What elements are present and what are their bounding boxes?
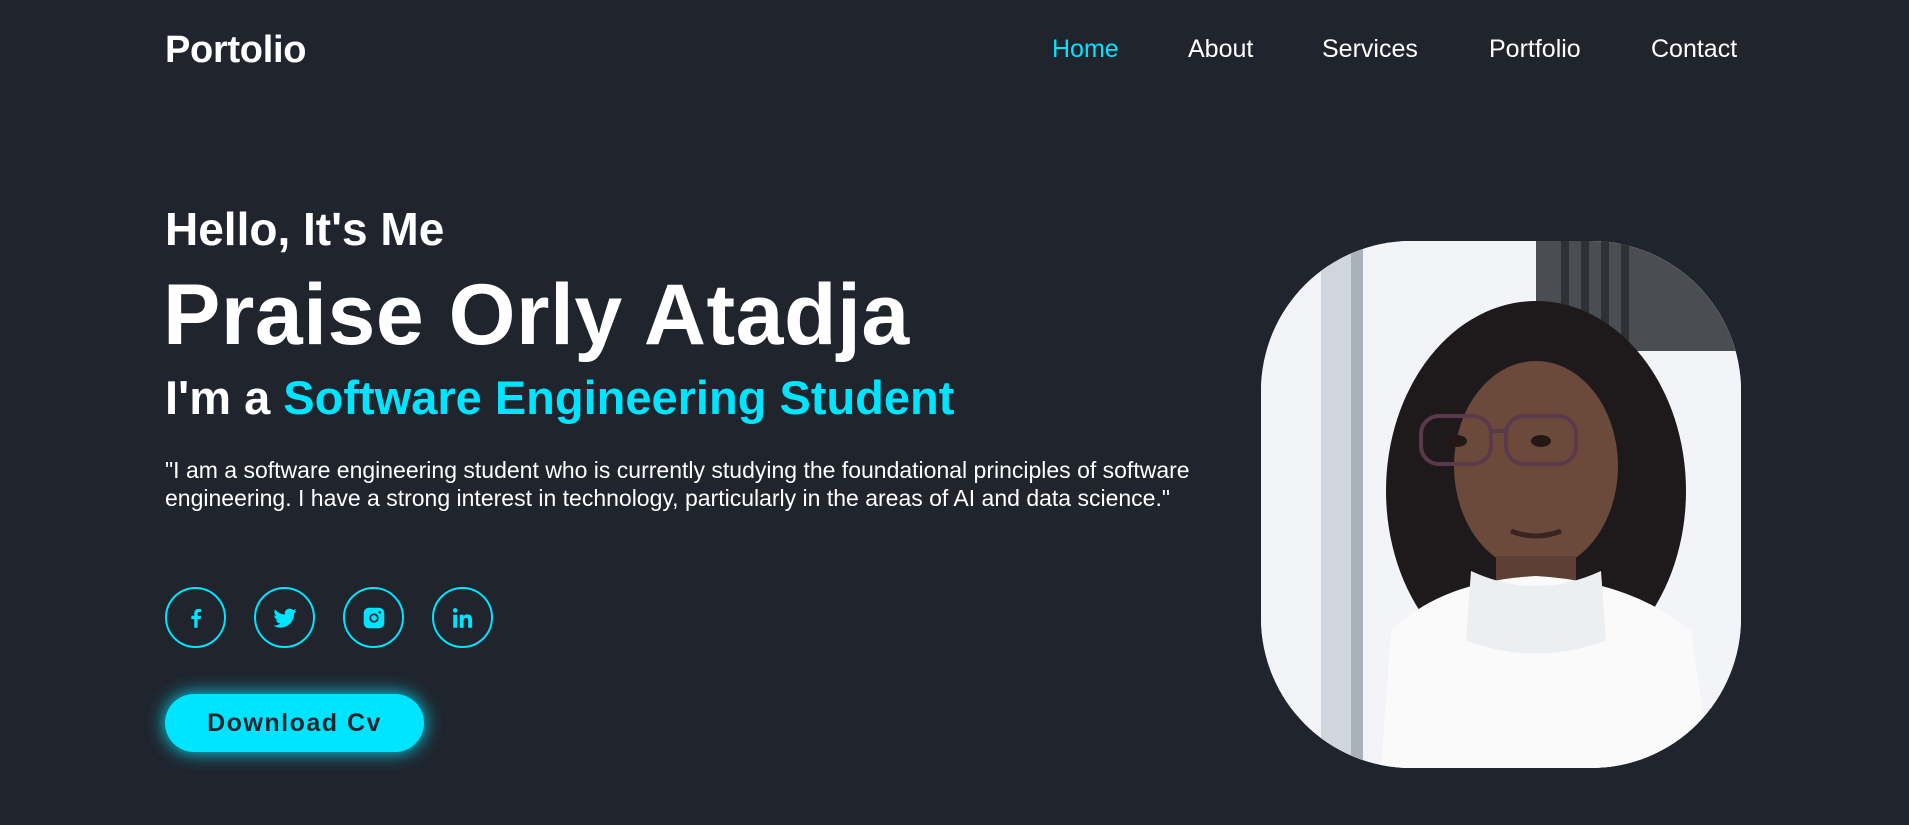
greeting: Hello, It's Me (165, 203, 445, 255)
linkedin-icon (450, 605, 476, 631)
nav-about[interactable]: About (1188, 35, 1253, 64)
linkedin-link[interactable] (432, 587, 493, 648)
bio-text: "I am a software engineering student who… (165, 457, 1190, 511)
hero-name: Praise Orly Atadja (163, 267, 910, 363)
social-links (165, 587, 505, 648)
download-cv-button[interactable]: Download Cv (165, 694, 424, 752)
facebook-link[interactable] (165, 587, 226, 648)
role-line: I'm a Software Engineering Student (165, 370, 954, 425)
nav-contact[interactable]: Contact (1651, 35, 1737, 64)
profile-photo (1261, 241, 1741, 768)
instagram-link[interactable] (343, 587, 404, 648)
nav-services[interactable]: Services (1322, 35, 1418, 64)
instagram-icon (361, 605, 387, 631)
site-header: Portolio Home About Services Portfolio C… (0, 0, 1909, 100)
role-highlight: Software Engineering Student (283, 371, 955, 424)
twitter-link[interactable] (254, 587, 315, 648)
role-prefix: I'm a (165, 371, 284, 424)
nav-home[interactable]: Home (1052, 35, 1119, 64)
facebook-icon (183, 605, 209, 631)
main-nav: Home About Services Portfolio Contact (0, 35, 1909, 65)
twitter-icon (271, 604, 299, 632)
nav-portfolio[interactable]: Portfolio (1489, 35, 1581, 64)
